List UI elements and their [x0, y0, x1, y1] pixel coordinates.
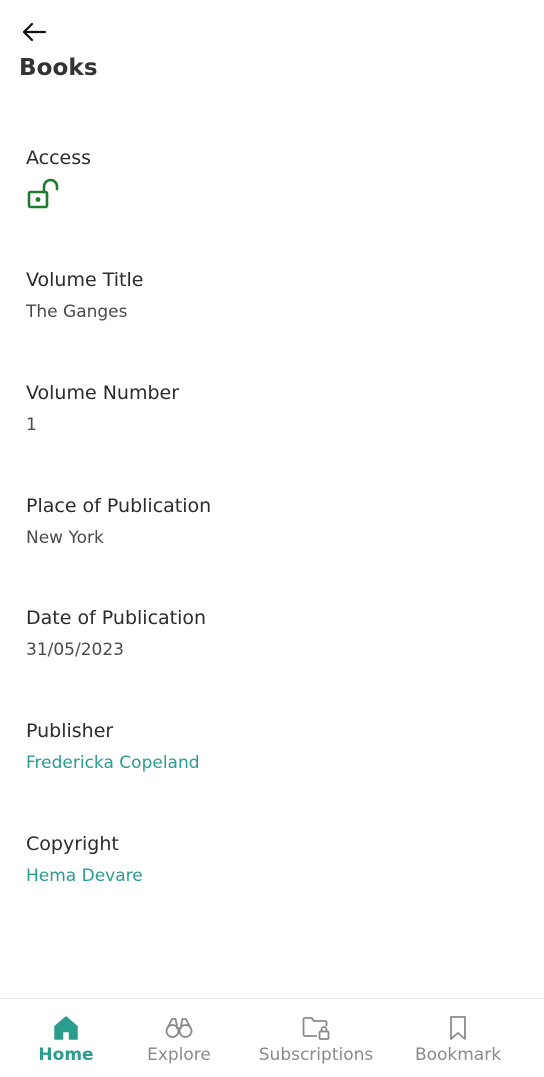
copyright-label: Copyright [26, 833, 119, 855]
volume-title-field: Volume Title The Ganges [26, 268, 143, 323]
bottom-navigation: Home Explore Subscriptions Bookmark [0, 998, 544, 1077]
publisher-field: Publisher Fredericka Copeland [26, 719, 200, 774]
date-of-publication-value: 31/05/2023 [26, 640, 124, 660]
bookmark-icon [450, 1016, 466, 1040]
arrow-left-icon [22, 22, 47, 42]
volume-title-label: Volume Title [26, 269, 144, 291]
back-button[interactable] [18, 18, 50, 46]
publisher-link[interactable]: Fredericka Copeland [26, 752, 200, 774]
access-field: Access [26, 146, 91, 212]
unlock-icon [27, 178, 59, 209]
nav-label-home: Home [38, 1045, 94, 1065]
nav-item-subscriptions[interactable]: Subscriptions [246, 999, 386, 1077]
place-of-publication-label: Place of Publication [26, 495, 212, 517]
nav-item-bookmark[interactable]: Bookmark [398, 999, 518, 1077]
volume-number-field: Volume Number 1 [26, 381, 179, 436]
nav-item-home[interactable]: Home [16, 999, 116, 1077]
copyright-link[interactable]: Hema Devare [26, 865, 143, 887]
nav-item-explore[interactable]: Explore [129, 999, 229, 1077]
volume-title-value: The Ganges [26, 302, 128, 322]
volume-number-label: Volume Number [26, 382, 180, 404]
binoculars-icon [165, 1018, 193, 1038]
nav-label-bookmark: Bookmark [414, 1045, 502, 1065]
date-of-publication-label: Date of Publication [26, 607, 207, 629]
access-label: Access [26, 147, 92, 169]
nav-label-subscriptions: Subscriptions [258, 1045, 374, 1065]
nav-label-explore: Explore [147, 1045, 211, 1065]
page-title: Books [19, 55, 98, 81]
place-of-publication-field: Place of Publication New York [26, 494, 211, 549]
date-of-publication-field: Date of Publication 31/05/2023 [26, 606, 206, 661]
publisher-label: Publisher [26, 720, 114, 742]
locked-folder-icon [302, 1017, 330, 1040]
home-icon [54, 1016, 78, 1040]
copyright-field: Copyright Hema Devare [26, 832, 143, 887]
place-of-publication-value: New York [26, 528, 104, 548]
volume-number-value: 1 [26, 415, 37, 435]
